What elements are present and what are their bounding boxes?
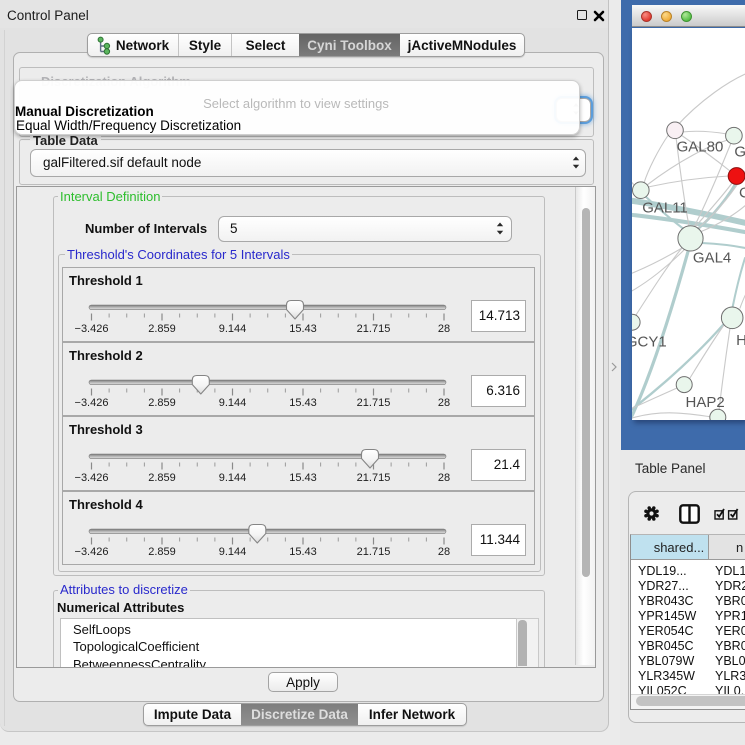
svg-text:GAL80: GAL80: [677, 139, 724, 156]
svg-text:GAL8: GAL8: [734, 144, 745, 161]
svg-text:GCY1: GCY1: [632, 333, 667, 350]
svg-text:GAL11: GAL11: [642, 199, 688, 216]
svg-text:CDC: CDC: [739, 184, 745, 201]
svg-text:HIS: HIS: [736, 332, 745, 349]
svg-text:HAP2: HAP2: [686, 394, 725, 411]
svg-text:GAL4: GAL4: [693, 250, 731, 267]
